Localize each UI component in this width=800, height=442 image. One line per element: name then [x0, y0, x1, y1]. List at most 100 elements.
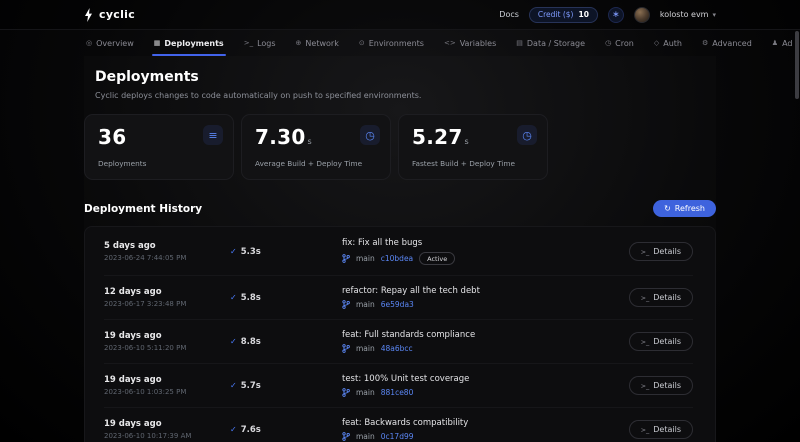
terminal-icon: >_ [641, 338, 650, 346]
details-button[interactable]: >_Details [629, 332, 693, 351]
tab-label: Variables [460, 39, 497, 48]
stat-value: 5.27 [412, 125, 463, 149]
tab-auth[interactable]: ◇Auth [644, 30, 692, 56]
details-button[interactable]: >_Details [629, 376, 693, 395]
cron-icon: ◷ [605, 39, 611, 47]
clock-icon: ◷ [517, 125, 537, 145]
branch-name: main [356, 388, 375, 397]
deployment-timestamp: 2023-06-10 10:17:39 AM [104, 432, 230, 440]
tab-logs[interactable]: >_ Logs [234, 30, 286, 56]
deployment-duration: 5.8s [241, 293, 261, 303]
deployment-commit-cell: refactor: Repay all the tech debtmain6e5… [342, 286, 629, 309]
tab-advanced[interactable]: ⚙Advanced [692, 30, 762, 56]
branch-name: main [356, 300, 375, 309]
sparkle-icon: ∗ [612, 10, 620, 20]
details-label: Details [653, 293, 681, 302]
details-button[interactable]: >_Details [629, 420, 693, 439]
page-subtitle: Cyclic deploys changes to code automatic… [84, 91, 716, 100]
deployment-age: 19 days ago [104, 331, 230, 341]
check-icon: ✓ [230, 247, 237, 256]
deployments-icon: ▦ [154, 39, 161, 47]
user-menu[interactable]: kolosto evm ▾ [660, 10, 716, 19]
tab-deployments[interactable]: ▦Deployments [144, 30, 234, 56]
commit-meta: main 0c17d99 [342, 432, 629, 441]
commit-hash-link[interactable]: 6e59da3 [381, 300, 414, 309]
deployment-time-cell: 19 days ago2023-06-10 10:17:39 AM [104, 419, 230, 440]
data-storage-icon: ▤ [516, 39, 523, 47]
tab-network[interactable]: ⊕Network [286, 30, 349, 56]
credit-button[interactable]: Credit ($) 10 [529, 7, 598, 23]
branch-name: main [356, 344, 375, 353]
top-bar: cyclic Docs Credit ($) 10 ∗ kolosto evm … [0, 0, 800, 30]
stat-value: 36 [98, 125, 126, 149]
deployment-duration-cell: ✓8.8s [230, 337, 342, 347]
deployment-history-panel: 5 days ago2023-06-24 7:44:05 PM✓5.3sfix:… [84, 226, 716, 442]
tab-cron[interactable]: ◷ Cron [595, 30, 644, 56]
overview-icon: ◎ [86, 39, 92, 47]
git-branch-icon [342, 344, 350, 353]
details-button[interactable]: >_Details [629, 288, 693, 307]
details-label: Details [653, 337, 681, 346]
stat-label: Fastest Build + Deploy Time [412, 159, 515, 168]
details-button[interactable]: >_Details [629, 242, 693, 261]
logs-icon: >_ [244, 39, 253, 47]
page-title: Deployments [84, 69, 716, 85]
deployment-duration-cell: ✓5.8s [230, 293, 342, 303]
tab-label: Cron [615, 39, 634, 48]
deployment-duration-cell: ✓7.6s [230, 425, 342, 435]
scrollbar[interactable] [795, 31, 799, 441]
list-icon: ≡ [203, 125, 223, 145]
app-logo[interactable]: cyclic [84, 8, 135, 22]
logo-text: cyclic [99, 8, 135, 21]
deployment-duration: 5.7s [241, 381, 261, 391]
credit-label: Credit ($) [538, 10, 574, 19]
user-avatar[interactable] [634, 7, 650, 23]
scrollbar-thumb[interactable] [795, 31, 799, 99]
stat-label: Deployments [98, 159, 146, 168]
docs-link[interactable]: Docs [499, 10, 519, 19]
git-branch-icon [342, 432, 350, 441]
git-branch-icon [342, 254, 350, 263]
stat-card-average-build-deploy-time: 7.30sAverage Build + Deploy Time◷ [241, 114, 391, 180]
branch-name: main [356, 432, 375, 441]
variables-icon: <> [444, 39, 456, 47]
network-icon: ⊕ [296, 39, 302, 47]
tab-data-storage[interactable]: ▤ Data / Storage [506, 30, 595, 56]
status-badge: Active [419, 252, 455, 265]
commit-hash-link[interactable]: c10bdea [381, 254, 413, 263]
deployment-row: 19 days ago2023-06-10 10:17:39 AM✓7.6sfe… [104, 408, 693, 442]
commit-hash-link[interactable]: 48a6bcc [381, 344, 413, 353]
tab-environments[interactable]: ⊙Environments [349, 30, 434, 56]
stat-label: Average Build + Deploy Time [255, 159, 362, 168]
deployment-age: 12 days ago [104, 287, 230, 297]
check-icon: ✓ [230, 425, 237, 434]
deployment-time-cell: 19 days ago2023-06-10 1:03:25 PM [104, 375, 230, 396]
tab-overview[interactable]: ◎Overview [84, 30, 144, 56]
deployment-row: 5 days ago2023-06-24 7:44:05 PM✓5.3sfix:… [104, 228, 693, 276]
tab-variables[interactable]: <> Variables [434, 30, 506, 56]
commit-meta: main 881ce80 [342, 388, 629, 397]
commit-meta: main 6e59da3 [342, 300, 629, 309]
commit-message: test: 100% Unit test coverage [342, 374, 629, 384]
sparkle-icon-button[interactable]: ∗ [608, 7, 624, 23]
stat-value: 7.30 [255, 125, 306, 149]
deployment-duration: 8.8s [241, 337, 261, 347]
terminal-icon: >_ [641, 426, 650, 434]
terminal-icon: >_ [641, 382, 650, 390]
deployment-time-cell: 12 days ago2023-06-17 3:23:48 PM [104, 287, 230, 308]
commit-message: feat: Backwards compatibility [342, 418, 629, 428]
user-name: kolosto evm [660, 10, 709, 19]
clock-icon-glyph: ◷ [522, 129, 532, 142]
commit-meta: main 48a6bcc [342, 344, 629, 353]
refresh-button[interactable]: ↻ Refresh [653, 200, 716, 217]
deployment-timestamp: 2023-06-10 5:11:20 PM [104, 344, 230, 352]
commit-hash-link[interactable]: 881ce80 [381, 388, 414, 397]
environments-icon: ⊙ [359, 39, 365, 47]
stat-unit: s [308, 137, 312, 146]
main-content: Deployments Cyclic deploys changes to co… [84, 56, 716, 442]
tab-label: Data / Storage [527, 39, 585, 48]
tab-label: Advanced [712, 39, 752, 48]
credit-count: 10 [578, 10, 588, 19]
tab-label: Logs [257, 39, 275, 48]
commit-hash-link[interactable]: 0c17d99 [381, 432, 414, 441]
